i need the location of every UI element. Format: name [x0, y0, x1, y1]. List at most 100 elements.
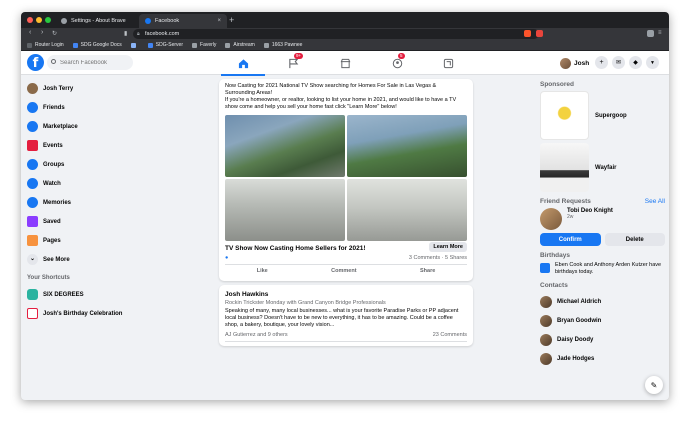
sidebar-item-marketplace[interactable]: Marketplace	[25, 117, 205, 136]
avatar[interactable]	[540, 208, 562, 230]
group-post: Josh Hawkins Rockin Trickster Monday wit…	[219, 285, 473, 346]
new-tab-icon[interactable]: +	[229, 15, 234, 25]
ad-item[interactable]: Wayfair	[540, 143, 665, 192]
sidebar-see-more[interactable]: ⌄ See More	[25, 250, 205, 269]
share-button[interactable]: Share	[420, 268, 435, 274]
bookmark-1663-pawnee[interactable]: 1663 Pawnee	[263, 42, 302, 48]
minimize-window-icon[interactable]	[36, 17, 42, 23]
facebook-logo-icon[interactable]: f	[27, 54, 44, 71]
bookmarks-bar: Router Login SDG Google Docs SDG-Server …	[21, 40, 669, 51]
sidebar-item-memories[interactable]: Memories	[25, 193, 205, 212]
post-photo[interactable]	[225, 179, 345, 241]
bookmark-airstream[interactable]: Airstream	[225, 42, 255, 48]
see-all-link[interactable]: See All	[645, 198, 665, 205]
friend-request: Tobi Deo Knight 2w	[540, 208, 665, 230]
messenger-button[interactable]: ✉︎	[612, 56, 625, 69]
nav-gaming[interactable]	[440, 55, 456, 71]
sidebar-item-pages[interactable]: Pages	[25, 231, 205, 250]
ad-image	[540, 143, 589, 192]
reaction-icon[interactable]: ●	[225, 255, 228, 261]
contact-item[interactable]: Michael Aldrich	[540, 292, 665, 311]
search-input[interactable]	[47, 55, 133, 70]
ad-item[interactable]: Supergoop	[540, 91, 665, 140]
post-shared-with[interactable]: Rockin Trickster Monday with Grand Canyo…	[225, 300, 467, 306]
post-photo[interactable]	[347, 115, 467, 177]
friends-icon	[27, 102, 38, 113]
contact-item[interactable]: Jade Hodges	[540, 349, 665, 368]
share-count[interactable]: 5 Shares	[445, 255, 467, 261]
comment-count[interactable]: 23 Comments	[433, 332, 467, 338]
profile-button[interactable]: Josh	[559, 56, 593, 70]
folder-icon	[192, 42, 198, 48]
sidebar-item-saved[interactable]: Saved	[25, 212, 205, 231]
sidebar-item-watch[interactable]: Watch	[25, 174, 205, 193]
sidebar-item-groups[interactable]: Groups	[25, 155, 205, 174]
bookmark-unnamed[interactable]	[130, 42, 139, 48]
groups-icon	[27, 159, 38, 170]
new-message-button[interactable]: ✎	[645, 376, 663, 394]
gift-icon	[540, 263, 550, 273]
post-photo[interactable]	[225, 115, 345, 177]
address-bar[interactable]: 🔒︎ facebook.com	[133, 29, 539, 39]
tab-title: Settings - About Brave	[71, 18, 126, 24]
learn-more-button[interactable]: Learn More	[429, 242, 467, 252]
facebook-header: f 9+ 5 Josh + ✉︎ ◆ ▼	[21, 51, 669, 76]
shortcut-birthday-celebration[interactable]: Josh's Birthday Celebration	[25, 304, 205, 323]
sidebar-item-profile[interactable]: Josh Terry	[25, 79, 205, 98]
comment-button[interactable]: Comment	[331, 268, 356, 274]
browser-toolbar: ‹ › ↻ ▮ 🔒︎ facebook.com ≡	[21, 28, 669, 40]
folder-icon	[263, 42, 269, 48]
shortcut-six-degrees[interactable]: SIX DEGREES	[25, 285, 205, 304]
docs-icon	[72, 42, 78, 48]
right-sidebar: Sponsored Supergoop Wayfair Friend Reque…	[540, 75, 665, 368]
bookmark-faverly[interactable]: Faverly	[192, 42, 216, 48]
tab-title: Facebook	[155, 18, 180, 24]
reload-icon[interactable]: ↻	[52, 30, 57, 37]
tab-settings[interactable]: Settings - About Brave	[55, 14, 137, 28]
create-button[interactable]: +	[595, 56, 608, 69]
sidebar-item-events[interactable]: Events	[25, 136, 205, 155]
nav-home[interactable]	[221, 55, 265, 76]
forward-icon[interactable]: ›	[41, 29, 43, 36]
avatar	[540, 333, 552, 346]
birthday-text: Eben Cook and Anthony Arden Kutzer have …	[555, 262, 662, 275]
notifications-button[interactable]: ◆	[629, 56, 642, 69]
confirm-button[interactable]: Confirm	[540, 233, 601, 246]
bookmark-sdg-google-docs[interactable]: SDG Google Docs	[72, 42, 122, 48]
nav-pages[interactable]: 9+	[285, 53, 304, 71]
comment-count[interactable]: 3 Comments	[409, 255, 440, 261]
account-menu-button[interactable]: ▼	[646, 56, 659, 69]
maximize-window-icon[interactable]	[45, 17, 51, 23]
contact-item[interactable]: Bryan Goodwin	[540, 311, 665, 330]
delete-button[interactable]: Delete	[604, 233, 665, 246]
nav-marketplace[interactable]	[337, 55, 353, 71]
bell-icon: ◆	[633, 60, 638, 66]
requester-name[interactable]: Tobi Deo Knight	[567, 208, 613, 214]
close-window-icon[interactable]	[27, 17, 33, 23]
plus-icon: +	[599, 59, 604, 66]
post-text-line: Speaking of many, many local businesses.…	[225, 308, 459, 314]
ad-label: Wayfair	[595, 164, 617, 171]
reactions-summary[interactable]: AJ Gutierrez and 9 others	[225, 332, 288, 338]
close-tab-icon[interactable]: ×	[217, 18, 221, 24]
contact-item[interactable]: Daisy Doody	[540, 330, 665, 349]
nav-groups[interactable]: 5	[389, 53, 405, 71]
bookmark-router-login[interactable]: Router Login	[27, 42, 64, 48]
extensions-icon[interactable]	[647, 30, 654, 37]
server-icon	[147, 42, 153, 48]
like-button[interactable]: Like	[257, 268, 268, 274]
back-icon[interactable]: ‹	[29, 29, 31, 36]
flag-icon	[288, 58, 298, 68]
brave-rewards-icon[interactable]	[536, 30, 543, 37]
tab-facebook[interactable]: Facebook ×	[139, 14, 227, 28]
birthday-notice[interactable]: Eben Cook and Anthony Arden Kutzer have …	[540, 262, 665, 276]
menu-icon[interactable]: ≡	[658, 30, 662, 36]
post-author[interactable]: Josh Hawkins	[225, 291, 467, 298]
post-photo-grid[interactable]	[225, 115, 467, 241]
bookmark-sdg-server[interactable]: SDG-Server	[147, 42, 183, 48]
request-time: 2w	[567, 214, 574, 220]
brave-shield-icon[interactable]	[524, 30, 531, 37]
bookmark-icon[interactable]: ▮	[124, 30, 127, 37]
post-photo[interactable]	[347, 179, 467, 241]
sidebar-item-friends[interactable]: Friends	[25, 98, 205, 117]
